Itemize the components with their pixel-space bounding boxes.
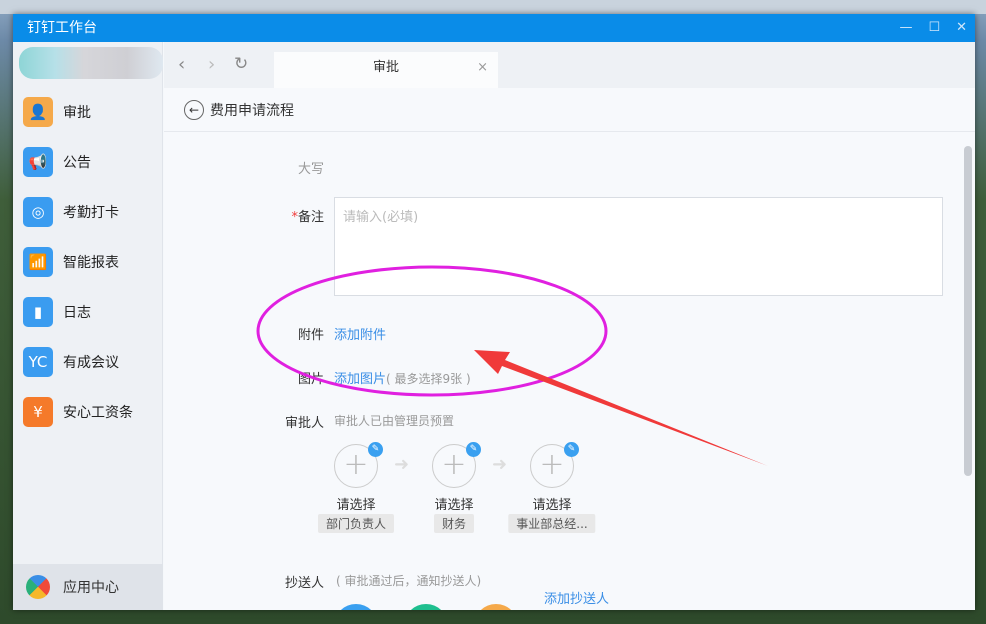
- page-header: ← 费用申请流程: [164, 88, 975, 132]
- page-title: 费用申请流程: [210, 102, 294, 119]
- back-circle-icon[interactable]: ←: [184, 99, 204, 120]
- annotation-arrow: [474, 350, 768, 466]
- highlight-ellipse: [256, 265, 608, 397]
- add-cc-link[interactable]: 添加抄送人: [544, 592, 609, 608]
